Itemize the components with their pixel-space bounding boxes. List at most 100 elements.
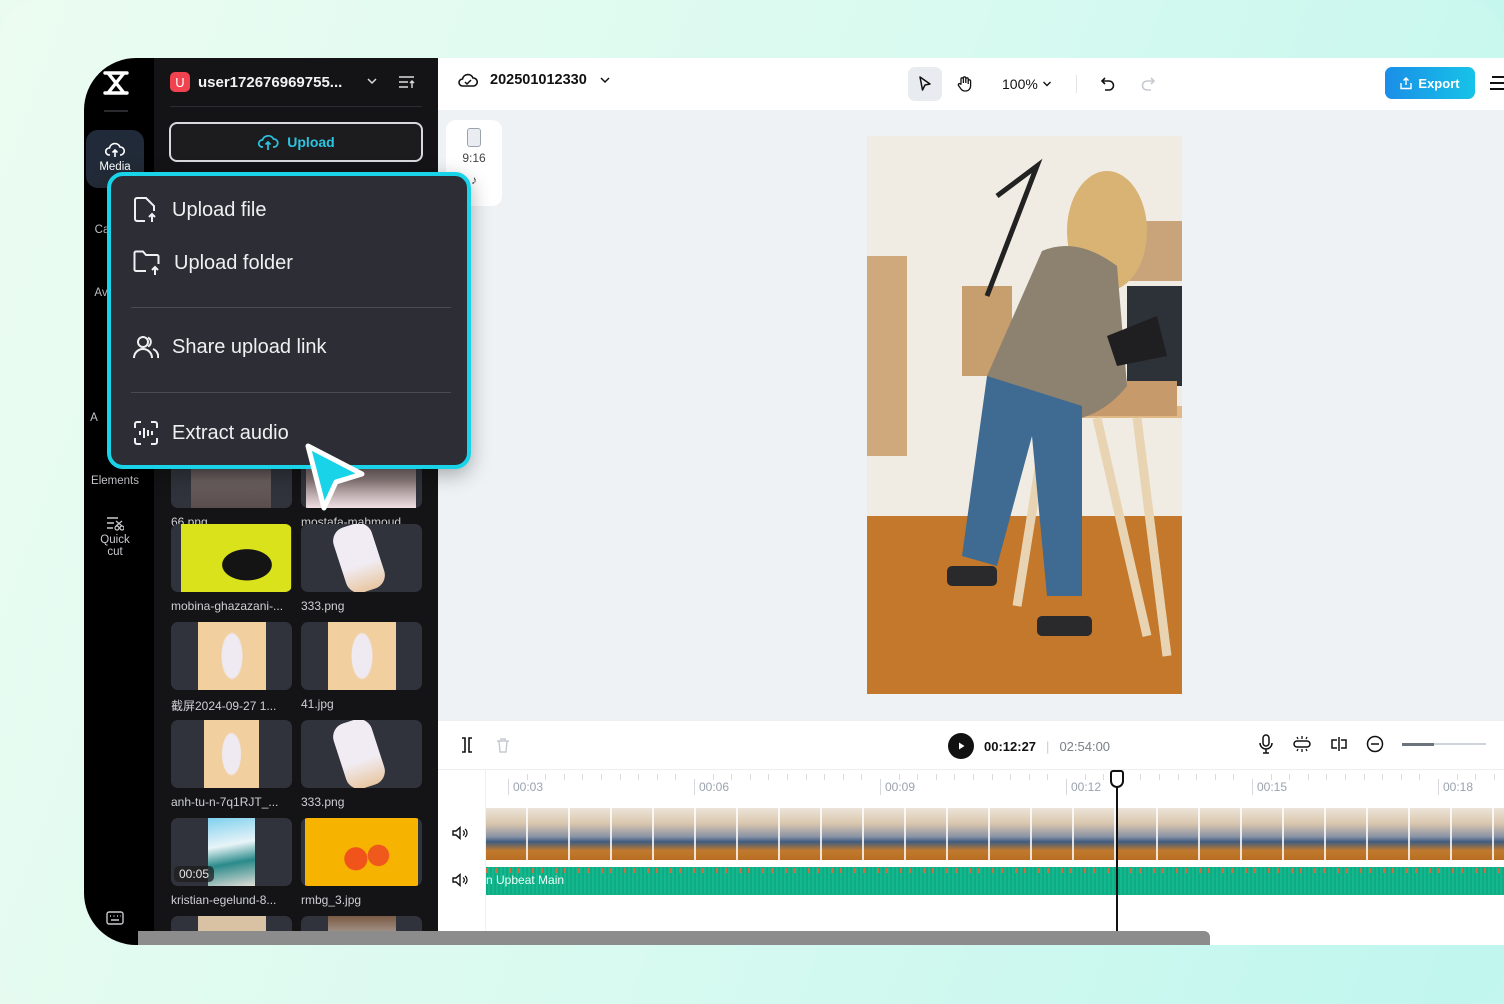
chevron-down-icon	[1042, 81, 1051, 87]
preview-frame	[867, 136, 1182, 694]
rail-item-elements[interactable]: Elements	[86, 475, 144, 487]
rail-item-quick-cut[interactable]: Quick cut	[86, 516, 144, 558]
upload-button[interactable]: Upload	[169, 122, 423, 162]
timeline: 00:03 00:06 00:09 00:12 00:15 00:18 n Upbeat …	[438, 770, 1504, 945]
quick-cut-icon	[107, 517, 124, 531]
ruler-minor-tick	[1475, 774, 1477, 780]
menu-icon[interactable]	[1490, 74, 1504, 92]
media-item[interactable]: anh-tu-n-7q1RJT_...	[171, 720, 292, 809]
ruler-minor-tick	[1363, 774, 1365, 780]
export-label: Export	[1418, 75, 1460, 91]
horizontal-scrollbar[interactable]	[138, 931, 1210, 945]
playhead[interactable]	[1110, 770, 1124, 940]
split-track-icon[interactable]	[1330, 736, 1348, 752]
media-item[interactable]: 41.jpg	[301, 622, 422, 711]
ruler-minor-tick	[768, 774, 770, 780]
split-icon[interactable]	[460, 737, 474, 753]
zoom-out-icon[interactable]	[1366, 735, 1384, 753]
aspect-ratio-label: 9:16	[462, 151, 486, 165]
canvas-stage: 9:16 ♪	[438, 110, 1504, 720]
hand-tool-button[interactable]	[948, 67, 982, 101]
volume-icon[interactable]	[452, 826, 468, 840]
video-duration: 00:05	[174, 866, 215, 882]
time-separator: |	[1046, 738, 1050, 754]
ruler-minor-tick	[656, 774, 658, 780]
cloud-upload-icon	[258, 135, 279, 150]
ruler-minor-tick	[749, 774, 751, 780]
export-button[interactable]: Export	[1385, 67, 1475, 99]
ruler-minor-tick	[824, 774, 826, 780]
select-tool-button[interactable]	[908, 67, 942, 101]
ruler-minor-tick	[731, 774, 733, 780]
media-thumbnail	[301, 524, 422, 592]
ruler-tick-label: 00:18	[1438, 779, 1473, 795]
auto-snap-icon[interactable]	[1292, 735, 1312, 753]
media-thumbnail	[171, 720, 292, 788]
keyboard-icon[interactable]	[106, 911, 124, 925]
audio-clip[interactable]: n Upbeat Main	[486, 867, 1504, 895]
timeline-toolbar: 00:12:27 | 02:54:00	[438, 720, 1504, 770]
audio-clip-label: n Upbeat Main	[486, 873, 565, 887]
media-thumbnail	[171, 524, 292, 592]
folder-upload-icon	[133, 250, 160, 275]
capcut-logo-icon	[103, 71, 129, 95]
chevron-down-icon[interactable]	[366, 76, 378, 86]
ruler-minor-tick	[1382, 774, 1384, 780]
video-preview[interactable]	[867, 136, 1182, 694]
sort-icon[interactable]	[398, 74, 416, 90]
media-name: 截屏2024-09-27 1...	[171, 699, 277, 713]
playhead-handle[interactable]	[1110, 770, 1124, 788]
media-thumbnail	[301, 818, 422, 886]
timeline-zoom-slider[interactable]	[1402, 742, 1486, 746]
cloud-saved-icon	[458, 73, 478, 87]
media-thumbnail: 00:05	[171, 818, 292, 886]
redo-button[interactable]	[1131, 67, 1165, 101]
ruler-minor-tick	[1289, 774, 1291, 780]
media-item[interactable]: rmbg_3.jpg	[301, 818, 422, 907]
media-item[interactable]: 333.png	[301, 524, 422, 613]
volume-icon[interactable]	[452, 873, 468, 887]
mouse-cursor-icon	[305, 443, 365, 511]
divider	[1075, 75, 1077, 93]
ruler-minor-tick	[545, 774, 547, 780]
video-clip[interactable]	[486, 808, 1504, 860]
undo-button[interactable]	[1091, 67, 1125, 101]
media-name: rmbg_3.jpg	[301, 893, 362, 907]
menu-item-extract-audio[interactable]: Extract audio	[133, 420, 289, 446]
media-item[interactable]: 00:05 kristian-egelund-8...	[171, 818, 292, 907]
ruler-minor-tick	[1103, 774, 1105, 780]
microphone-icon[interactable]	[1258, 734, 1274, 754]
media-thumbnail	[171, 622, 292, 690]
account-switcher[interactable]: U user172676969755...	[170, 72, 342, 92]
ruler-minor-tick	[1345, 774, 1346, 780]
menu-item-upload-folder[interactable]: Upload folder	[133, 250, 293, 276]
menu-item-share-upload-link[interactable]: Share upload link	[133, 335, 327, 359]
media-name: mobina-ghazazani-...	[171, 599, 284, 613]
zoom-dropdown[interactable]: 100%	[1002, 76, 1052, 92]
ruler-minor-tick	[1047, 774, 1049, 780]
media-item[interactable]: 333.png	[301, 720, 422, 809]
ruler-minor-tick	[1084, 774, 1086, 780]
undo-icon	[1100, 77, 1115, 91]
ruler-minor-tick	[675, 774, 677, 780]
media-item[interactable]: mobina-ghazazani-...	[171, 524, 292, 613]
ruler-minor-tick	[1326, 774, 1328, 780]
media-name: 333.png	[301, 599, 345, 613]
aspect-ratio-icon	[467, 128, 481, 147]
ruler-minor-tick	[898, 774, 900, 780]
media-item[interactable]: 截屏2024-09-27 1...	[171, 622, 292, 714]
ruler-tick-label: 00:15	[1252, 779, 1287, 795]
play-icon	[959, 742, 965, 750]
play-button[interactable]	[948, 733, 974, 759]
canvas-tools: 100%	[908, 67, 1165, 101]
ruler-tick-label: 00:09	[880, 779, 915, 795]
project-selector[interactable]: 202501012330	[458, 72, 611, 88]
file-upload-icon	[134, 197, 156, 222]
ruler-minor-tick	[1493, 774, 1495, 780]
time-ruler[interactable]: 00:03 00:06 00:09 00:12 00:15 00:18	[486, 770, 1504, 800]
current-time: 00:12:27	[984, 738, 1037, 754]
media-name: 333.png	[301, 795, 345, 809]
divider	[104, 110, 128, 112]
delete-icon[interactable]	[496, 737, 510, 753]
menu-item-upload-file[interactable]: Upload file	[133, 196, 267, 224]
